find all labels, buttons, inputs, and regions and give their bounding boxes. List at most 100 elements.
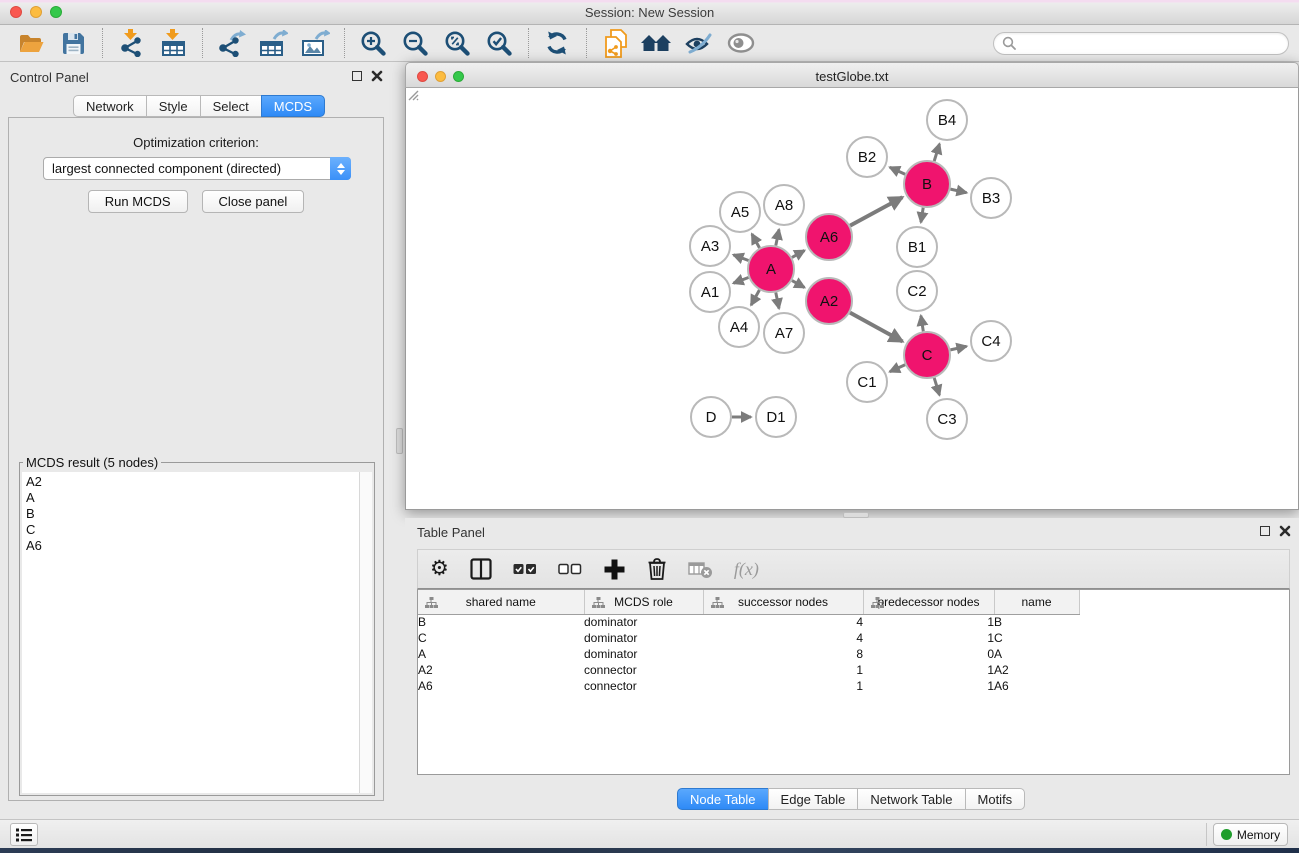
table-row[interactable]: A dominator 8 0 A bbox=[418, 646, 1079, 662]
cell-name[interactable]: B bbox=[994, 614, 1079, 630]
table-row[interactable]: A2 connector 1 1 A2 bbox=[418, 662, 1079, 678]
cell-shared-name[interactable]: A6 bbox=[418, 678, 584, 694]
unselect-all-columns-button[interactable] bbox=[558, 554, 582, 584]
network-graph[interactable]: B4B2BB3A8A5A6B1A3AC2A1A2A4A7C4CC1C3DD1 bbox=[406, 88, 1298, 508]
cell-predecessor-nodes[interactable]: 1 bbox=[863, 662, 994, 678]
mcds-result-item[interactable]: A6 bbox=[26, 538, 359, 554]
graph-edge-A-A3[interactable] bbox=[733, 255, 748, 261]
graph-edge-B-B3[interactable] bbox=[950, 189, 966, 193]
delete-table-button[interactable] bbox=[688, 554, 713, 584]
column-header-successor-nodes[interactable]: successor nodes bbox=[703, 590, 863, 614]
result-scrollbar[interactable] bbox=[359, 472, 372, 793]
close-panel-icon[interactable] bbox=[371, 70, 383, 82]
tab-node-table[interactable]: Node Table bbox=[677, 788, 769, 810]
criterion-dropdown[interactable]: largest connected component (directed) bbox=[43, 157, 351, 180]
float-panel-icon[interactable] bbox=[352, 71, 362, 81]
column-view-button[interactable] bbox=[470, 554, 492, 584]
graph-edge-B-B2[interactable] bbox=[890, 167, 905, 174]
cell-mcds-role[interactable]: connector bbox=[584, 678, 703, 694]
graph-edge-C-C4[interactable] bbox=[950, 346, 966, 350]
cell-successor-nodes[interactable]: 8 bbox=[703, 646, 863, 662]
save-session-button[interactable] bbox=[56, 27, 90, 59]
mcds-result-item[interactable]: C bbox=[26, 522, 359, 538]
cell-successor-nodes[interactable]: 1 bbox=[703, 662, 863, 678]
memory-button[interactable]: Memory bbox=[1213, 823, 1288, 846]
import-table-button[interactable] bbox=[156, 27, 190, 59]
tab-network[interactable]: Network bbox=[73, 95, 147, 117]
table-row[interactable]: A6 connector 1 1 A6 bbox=[418, 678, 1079, 694]
graph-edge-A-A1[interactable] bbox=[733, 278, 748, 284]
cell-mcds-role[interactable]: dominator bbox=[584, 630, 703, 646]
graph-edge-B-B4[interactable] bbox=[934, 144, 939, 161]
highlight-button[interactable] bbox=[724, 27, 758, 59]
export-image-button[interactable] bbox=[298, 27, 332, 59]
resize-grip-icon[interactable] bbox=[406, 88, 419, 101]
graph-edge-A-A5[interactable] bbox=[752, 234, 760, 248]
tab-mcds[interactable]: MCDS bbox=[261, 95, 325, 117]
network-canvas[interactable]: B4B2BB3A8A5A6B1A3AC2A1A2A4A7C4CC1C3DD1 bbox=[405, 88, 1299, 510]
network-overview-button[interactable] bbox=[640, 27, 674, 59]
zoom-out-button[interactable] bbox=[398, 27, 432, 59]
export-network-button[interactable] bbox=[214, 27, 248, 59]
table-row[interactable]: B dominator 4 1 B bbox=[418, 614, 1079, 630]
column-header-mcds-role[interactable]: MCDS role bbox=[584, 590, 703, 614]
create-column-button[interactable] bbox=[603, 554, 626, 584]
cell-predecessor-nodes[interactable]: 1 bbox=[863, 630, 994, 646]
run-mcds-button[interactable]: Run MCDS bbox=[88, 190, 188, 213]
column-header-shared-name[interactable]: shared name bbox=[418, 590, 584, 614]
graph-edge-C-C1[interactable] bbox=[890, 365, 905, 372]
task-history-button[interactable] bbox=[10, 823, 38, 846]
mcds-result-item[interactable]: A bbox=[26, 490, 359, 506]
graph-edge-A6-B[interactable] bbox=[850, 197, 902, 225]
open-session-button[interactable] bbox=[14, 27, 48, 59]
cell-name[interactable]: C bbox=[994, 630, 1079, 646]
cell-shared-name[interactable]: B bbox=[418, 614, 584, 630]
function-builder-button[interactable]: f(x) bbox=[734, 554, 759, 584]
cell-predecessor-nodes[interactable]: 0 bbox=[863, 646, 994, 662]
export-table-button[interactable] bbox=[256, 27, 290, 59]
graph-edge-A2-C[interactable] bbox=[850, 313, 903, 342]
cell-name[interactable]: A2 bbox=[994, 662, 1079, 678]
zoom-in-button[interactable] bbox=[356, 27, 390, 59]
cell-predecessor-nodes[interactable]: 1 bbox=[863, 678, 994, 694]
graph-edge-A-A4[interactable] bbox=[751, 290, 759, 305]
close-table-panel-icon[interactable] bbox=[1279, 525, 1291, 537]
zoom-selected-button[interactable] bbox=[482, 27, 516, 59]
apply-layout-button[interactable] bbox=[540, 27, 574, 59]
cell-successor-nodes[interactable]: 1 bbox=[703, 678, 863, 694]
graph-edge-A-A8[interactable] bbox=[776, 230, 779, 246]
cell-name[interactable]: A bbox=[994, 646, 1079, 662]
cell-name[interactable]: A6 bbox=[994, 678, 1079, 694]
select-all-columns-button[interactable] bbox=[513, 554, 537, 584]
zoom-fit-button[interactable] bbox=[440, 27, 474, 59]
cell-mcds-role[interactable]: connector bbox=[584, 662, 703, 678]
tab-select[interactable]: Select bbox=[200, 95, 262, 117]
cell-mcds-role[interactable]: dominator bbox=[584, 646, 703, 662]
tab-motifs[interactable]: Motifs bbox=[965, 788, 1026, 810]
network-window-titlebar[interactable]: testGlobe.txt bbox=[405, 62, 1299, 88]
cell-shared-name[interactable]: C bbox=[418, 630, 584, 646]
graph-edge-B-B1[interactable] bbox=[921, 208, 923, 223]
graphics-details-button[interactable] bbox=[682, 27, 716, 59]
graph-edge-A-A7[interactable] bbox=[776, 293, 779, 309]
cell-successor-nodes[interactable]: 4 bbox=[703, 614, 863, 630]
splitpane-vertical-grip[interactable] bbox=[396, 428, 403, 454]
cell-mcds-role[interactable]: dominator bbox=[584, 614, 703, 630]
close-panel-button[interactable]: Close panel bbox=[202, 190, 305, 213]
column-header-name[interactable]: name bbox=[994, 590, 1079, 614]
import-network-button[interactable] bbox=[114, 27, 148, 59]
cell-successor-nodes[interactable]: 4 bbox=[703, 630, 863, 646]
delete-column-button[interactable] bbox=[647, 554, 667, 584]
cell-predecessor-nodes[interactable]: 1 bbox=[863, 614, 994, 630]
graph-edge-A-A6[interactable] bbox=[792, 251, 805, 258]
table-row[interactable]: C dominator 4 1 C bbox=[418, 630, 1079, 646]
graph-edge-C-C2[interactable] bbox=[921, 316, 923, 332]
mcds-result-item[interactable]: A2 bbox=[26, 474, 359, 490]
column-header-predecessor-nodes[interactable]: predecessor nodes bbox=[863, 590, 994, 614]
tab-edge-table[interactable]: Edge Table bbox=[768, 788, 859, 810]
search-input[interactable] bbox=[1021, 36, 1280, 50]
new-network-button[interactable] bbox=[598, 27, 632, 59]
float-table-panel-icon[interactable] bbox=[1260, 526, 1270, 536]
graph-edge-A-A2[interactable] bbox=[792, 281, 805, 288]
search-box[interactable] bbox=[993, 32, 1289, 55]
